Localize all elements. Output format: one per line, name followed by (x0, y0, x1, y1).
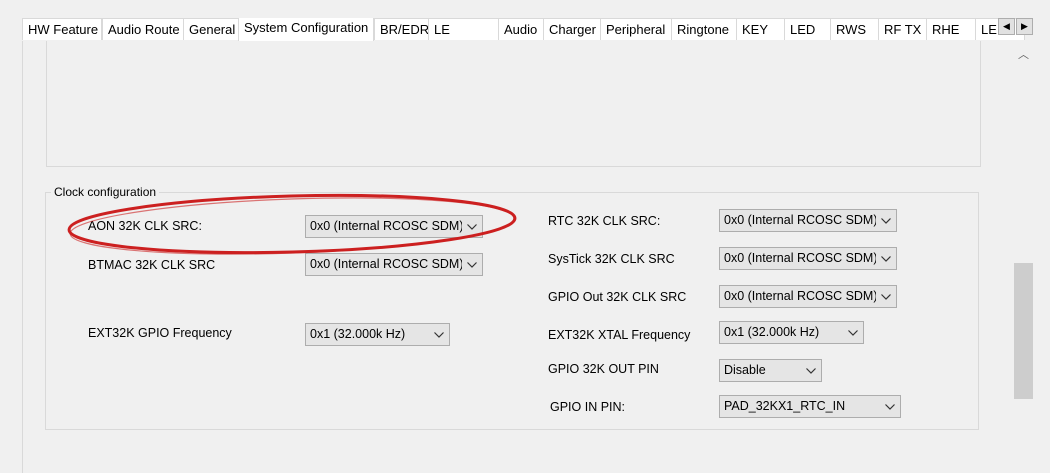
btmac-clk-src-value: 0x0 (Internal RCOSC SDM) (310, 257, 462, 271)
chevron-right-icon: ▶ (1021, 21, 1028, 31)
tab-rws[interactable]: RWS (830, 18, 879, 40)
tab-audio[interactable]: Audio (498, 18, 544, 40)
chevron-left-icon: ◀ (1003, 21, 1010, 31)
tab-label: HW Feature (28, 22, 99, 37)
chevron-down-icon (884, 396, 896, 417)
rtc-clk-src-value: 0x0 (Internal RCOSC SDM) (724, 213, 876, 227)
systick-clk-src-value: 0x0 (Internal RCOSC SDM) (724, 251, 876, 265)
chevron-down-icon (433, 324, 445, 345)
tab-label: RF TX (884, 22, 922, 37)
chevron-down-icon (880, 286, 892, 307)
tab-label: RHE (932, 22, 960, 37)
chevron-down-icon (847, 322, 859, 343)
tab-le[interactable]: LE (428, 18, 499, 40)
gpio-in-pin-label: GPIO IN PIN: (550, 400, 626, 414)
ext32k-xtal-frequency-value: 0x1 (32.000k Hz) (724, 325, 820, 339)
tab-ringtone[interactable]: Ringtone (671, 18, 737, 40)
chevron-down-icon (466, 216, 478, 237)
systick-clk-src-label: SysTick 32K CLK SRC (548, 252, 675, 266)
aon-clk-src-value: 0x0 (Internal RCOSC SDM) (310, 219, 462, 233)
vertical-scrollbar[interactable]: ︿ (1013, 41, 1034, 473)
aon-clk-src-select[interactable]: 0x0 (Internal RCOSC SDM) (305, 215, 483, 238)
tab-label: Audio (504, 22, 538, 37)
tab-system-configuration[interactable]: System Configuration (238, 18, 374, 41)
systick-clk-src-select[interactable]: 0x0 (Internal RCOSC SDM) (719, 247, 897, 270)
ext32k-xtal-frequency-select[interactable]: 0x1 (32.000k Hz) (719, 321, 864, 344)
aon-clk-src-label: AON 32K CLK SRC: (88, 219, 202, 233)
btmac-clk-src-label: BTMAC 32K CLK SRC (88, 258, 216, 272)
gpio-in-pin-value: PAD_32KX1_RTC_IN (724, 399, 846, 413)
chevron-down-icon (466, 254, 478, 275)
tab-label: Peripheral (606, 22, 666, 37)
tab-label: General (189, 22, 236, 37)
tab-charger[interactable]: Charger (543, 18, 601, 40)
tab-led[interactable]: LED (784, 18, 831, 40)
gpio-out-clk-src-value: 0x0 (Internal RCOSC SDM) (724, 289, 876, 303)
gpio-32k-out-pin-label: GPIO 32K OUT PIN (548, 362, 659, 376)
tab-hw-feature[interactable]: HW Feature (22, 18, 102, 40)
ext32k-gpio-frequency-value: 0x1 (32.000k Hz) (310, 327, 406, 341)
chevron-down-icon (880, 248, 892, 269)
scrollbar-thumb[interactable] (1014, 263, 1033, 399)
tab-label: RWS (836, 22, 867, 37)
tab-label: System Configuration (244, 20, 369, 35)
tab-rf-tx[interactable]: RF TX (878, 18, 927, 40)
chevron-up-icon[interactable]: ︿ (1017, 49, 1030, 62)
rtc-clk-src-select[interactable]: 0x0 (Internal RCOSC SDM) (719, 209, 897, 232)
tab-scroll-left-button[interactable]: ◀ (998, 18, 1015, 35)
tab-key[interactable]: KEY (736, 18, 785, 40)
tab-scroll-right-button[interactable]: ▶ (1016, 18, 1033, 35)
upper-group-box (46, 41, 981, 167)
tab-rhe[interactable]: RHE (926, 18, 976, 40)
tab-bar: HW Feature Audio Route General System Co… (0, 0, 1050, 41)
tab-peripheral[interactable]: Peripheral (600, 18, 672, 40)
rtc-clk-src-label: RTC 32K CLK SRC: (548, 214, 661, 228)
tab-list: HW Feature Audio Route General System Co… (22, 18, 1042, 41)
gpio-in-pin-select[interactable]: PAD_32KX1_RTC_IN (719, 395, 901, 418)
gpio-32k-out-pin-select[interactable]: Disable (719, 359, 822, 382)
tab-label: Charger (549, 22, 596, 37)
tab-label: KEY (742, 22, 769, 37)
btmac-clk-src-select[interactable]: 0x0 (Internal RCOSC SDM) (305, 253, 483, 276)
chevron-down-icon (880, 210, 892, 231)
ext32k-gpio-frequency-select[interactable]: 0x1 (32.000k Hz) (305, 323, 450, 346)
gpio-out-clk-src-select[interactable]: 0x0 (Internal RCOSC SDM) (719, 285, 897, 308)
tab-label: LED (790, 22, 816, 37)
chevron-down-icon (805, 360, 817, 381)
tab-label: Ringtone (677, 22, 730, 37)
ext32k-gpio-frequency-label: EXT32K GPIO Frequency (88, 326, 232, 340)
ext32k-xtal-frequency-label: EXT32K XTAL Frequency (548, 328, 691, 342)
gpio-32k-out-pin-value: Disable (724, 363, 766, 377)
tab-label: LE (434, 22, 450, 37)
tab-br-edr[interactable]: BR/EDR (374, 18, 429, 40)
gpio-out-clk-src-label: GPIO Out 32K CLK SRC (548, 290, 687, 304)
tab-label: BR/EDR (380, 22, 429, 37)
tab-general[interactable]: General (183, 18, 239, 40)
tab-label: Audio Route (108, 22, 180, 37)
clock-configuration-title: Clock configuration (51, 185, 160, 199)
